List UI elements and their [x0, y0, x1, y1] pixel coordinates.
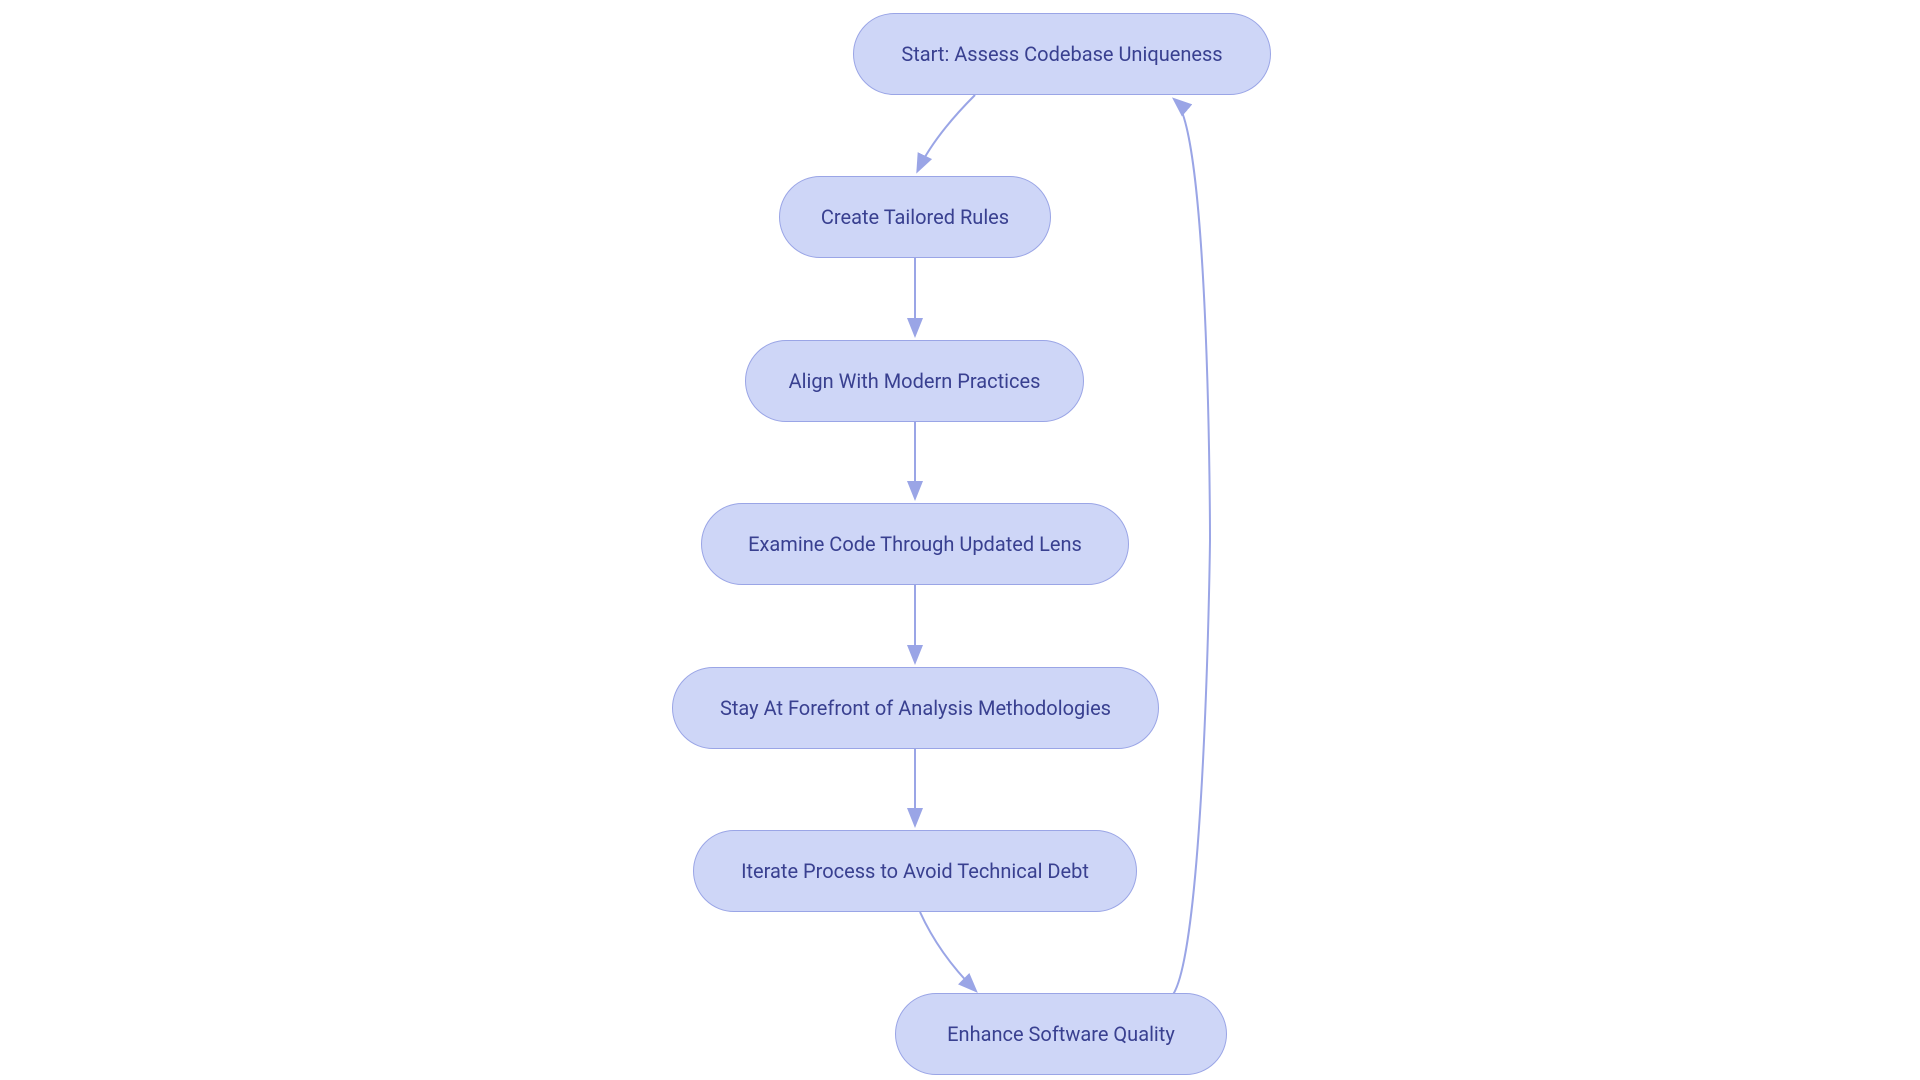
- node-label: Iterate Process to Avoid Technical Debt: [741, 859, 1089, 883]
- node-label: Align With Modern Practices: [789, 369, 1041, 393]
- flow-node-align-practices: Align With Modern Practices: [745, 340, 1084, 422]
- node-label: Create Tailored Rules: [821, 205, 1009, 229]
- flow-node-iterate: Iterate Process to Avoid Technical Debt: [693, 830, 1137, 912]
- flow-node-examine-code: Examine Code Through Updated Lens: [701, 503, 1129, 585]
- flow-node-create-rules: Create Tailored Rules: [779, 176, 1051, 258]
- node-label: Enhance Software Quality: [947, 1022, 1175, 1046]
- flow-node-enhance-quality: Enhance Software Quality: [895, 993, 1227, 1075]
- node-label: Start: Assess Codebase Uniqueness: [901, 42, 1222, 66]
- flow-node-start: Start: Assess Codebase Uniqueness: [853, 13, 1271, 95]
- node-label: Examine Code Through Updated Lens: [748, 532, 1082, 556]
- node-label: Stay At Forefront of Analysis Methodolog…: [720, 696, 1111, 720]
- flow-node-forefront: Stay At Forefront of Analysis Methodolog…: [672, 667, 1159, 749]
